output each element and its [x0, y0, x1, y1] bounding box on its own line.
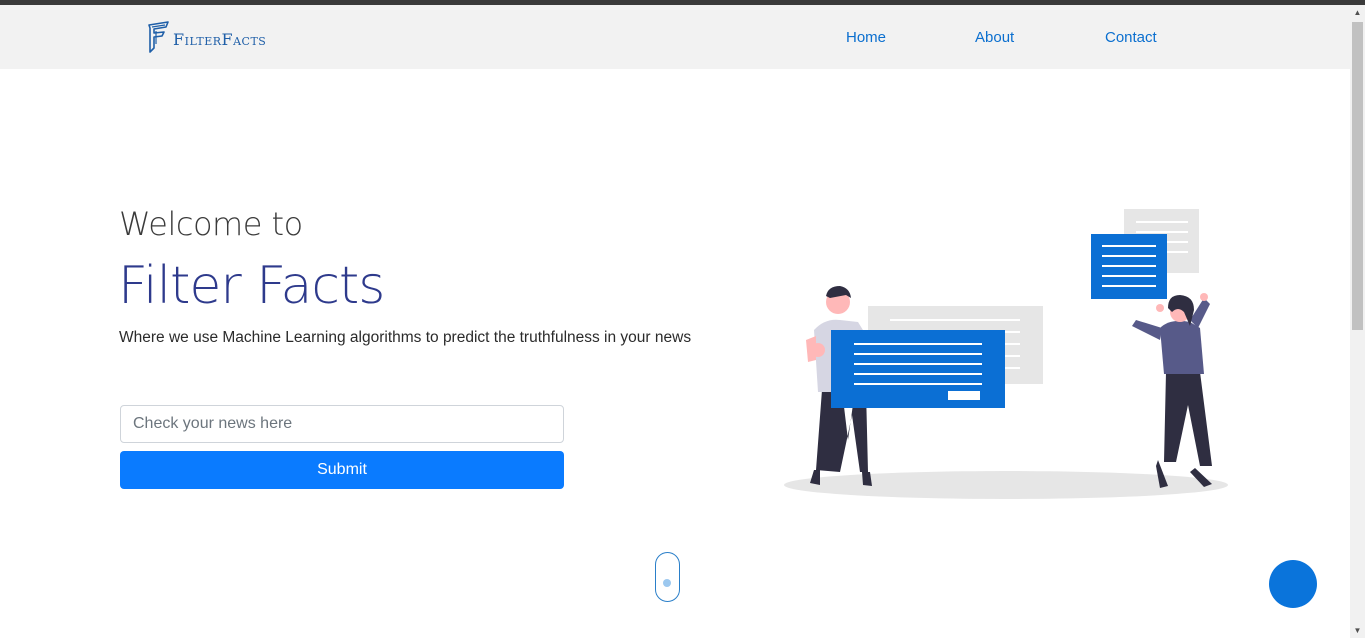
filterfacts-logo-icon [148, 21, 169, 53]
brand-logo[interactable]: FilterFacts [146, 20, 266, 54]
hero-title: Filter Facts [118, 256, 385, 316]
scrollbar-thumb[interactable] [1352, 22, 1363, 330]
nav-home-link[interactable]: Home [846, 29, 886, 46]
welcome-heading: Welcome to [119, 205, 303, 243]
woman-figure [1132, 293, 1212, 488]
chat-bubble-icon[interactable] [1269, 560, 1317, 608]
navbar: FilterFacts Home About Contact [0, 5, 1350, 69]
scroll-up-arrow-icon[interactable]: ▲ [1350, 5, 1365, 20]
hero-tagline: Where we use Machine Learning algorithms… [119, 329, 692, 346]
brand-name: FilterFacts [173, 29, 267, 49]
nav-contact-link[interactable]: Contact [1105, 29, 1157, 46]
mouse-scroll-icon[interactable] [655, 552, 680, 602]
submit-button[interactable]: Submit [120, 451, 564, 489]
page-scrollbar[interactable]: ▲ ▼ [1350, 5, 1365, 638]
nav-about-link[interactable]: About [975, 29, 1014, 46]
two-people-holding-documents-illustration [784, 209, 1228, 499]
scroll-wheel-dot [663, 579, 671, 587]
scroll-down-arrow-icon[interactable]: ▼ [1350, 623, 1365, 638]
news-input[interactable] [120, 405, 564, 443]
